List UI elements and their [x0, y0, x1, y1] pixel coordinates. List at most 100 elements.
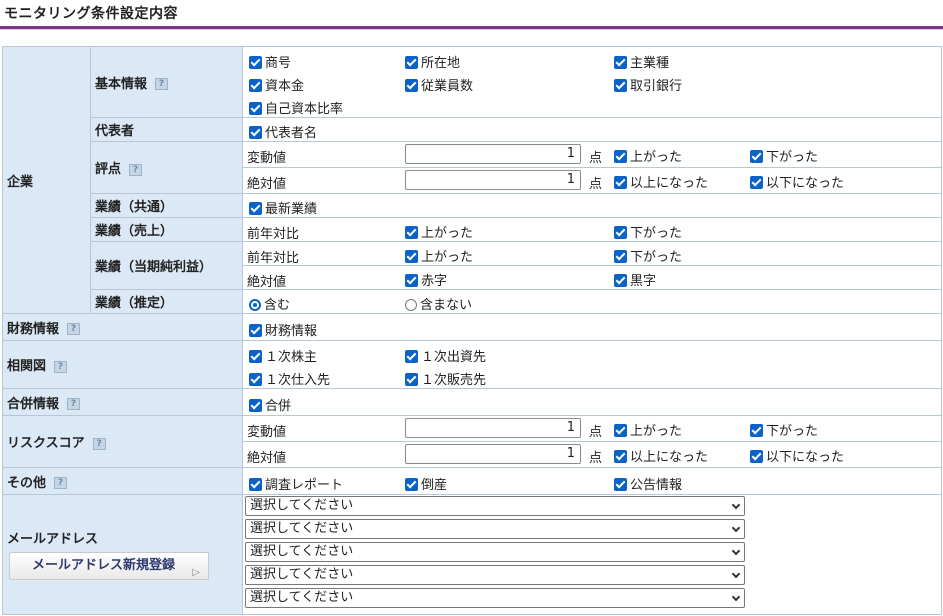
radio-exclude[interactable]: 含まない [405, 294, 472, 313]
label-score: 評点? [90, 141, 243, 194]
risk-absolute-label: 絶対値 [247, 451, 287, 466]
help-icon[interactable]: ? [54, 360, 68, 373]
chevron-down-icon [731, 569, 741, 579]
score-absolute-unit: 点 [589, 177, 603, 192]
triangle-right-icon: ▷ [192, 567, 200, 578]
category-risk-score: リスクスコア? [2, 415, 243, 468]
category-company: 企業 [2, 46, 91, 314]
checkbox-research-report[interactable]: 調査レポート [249, 474, 343, 493]
checkbox-checked-icon [614, 150, 627, 163]
label-representative: 代表者 [90, 117, 243, 142]
help-icon[interactable]: ? [155, 78, 169, 90]
monitoring-settings-table: 企業 基本情報? 商号 所在地 主業種 資本金 従業員数 取引銀行 自己資本比率… [2, 46, 942, 615]
help-icon[interactable]: ? [129, 163, 143, 176]
score-change-label: 変動値 [247, 151, 287, 166]
checkbox-checked-icon [405, 349, 418, 363]
checkbox-sales-up[interactable]: 上がった [405, 222, 473, 241]
label-basic-info: 基本情報? [90, 46, 243, 118]
score-absolute-input[interactable]: 1 [405, 170, 581, 190]
checkbox-trade-name[interactable]: 商号 [249, 52, 291, 71]
checkbox-bank[interactable]: 取引銀行 [614, 75, 682, 94]
checkbox-equity-ratio[interactable]: 自己資本比率 [249, 98, 343, 117]
net-absolute-label: 絶対値 [247, 275, 287, 290]
checkbox-capital[interactable]: 資本金 [249, 75, 304, 94]
checkbox-checked-icon [614, 477, 627, 491]
email-select-5[interactable]: 選択してください [245, 588, 745, 608]
checkbox-primary-supplier[interactable]: １次仕入先 [249, 369, 330, 388]
checkbox-checked-icon [249, 126, 262, 139]
checkbox-latest-performance[interactable]: 最新業績 [249, 198, 317, 217]
checkbox-checked-icon [249, 55, 262, 69]
checkbox-employees[interactable]: 従業員数 [405, 75, 473, 94]
checkbox-score-down[interactable]: 下がった [750, 146, 818, 165]
page-title: モニタリング条件設定内容 [4, 6, 178, 22]
checkbox-net-up[interactable]: 上がった [405, 246, 473, 265]
checkbox-checked-icon [249, 78, 262, 92]
checkbox-score-below[interactable]: 以下になった [750, 172, 844, 191]
risk-change-input[interactable]: 1 [405, 418, 581, 438]
checkbox-checked-icon [405, 226, 418, 239]
email-select-1[interactable]: 選択してください [245, 496, 745, 516]
risk-absolute-input[interactable]: 1 [405, 444, 581, 464]
checkbox-checked-icon [249, 477, 262, 491]
help-icon[interactable]: ? [54, 477, 68, 489]
checkbox-checked-icon [249, 101, 262, 115]
score-change-unit: 点 [589, 151, 603, 166]
checkbox-finance-info[interactable]: 財務情報 [249, 320, 317, 339]
checkbox-bankruptcy[interactable]: 倒産 [405, 474, 447, 493]
checkbox-net-deficit[interactable]: 赤字 [405, 270, 447, 289]
checkbox-sales-down[interactable]: 下がった [614, 222, 682, 241]
score-change-input[interactable]: 1 [405, 144, 581, 164]
checkbox-net-down[interactable]: 下がった [614, 246, 682, 265]
checkbox-representative-name[interactable]: 代表者名 [249, 122, 317, 141]
checkbox-checked-icon [405, 372, 418, 386]
checkbox-checked-icon [405, 250, 418, 263]
risk-absolute-unit: 点 [589, 451, 603, 466]
email-select-2[interactable]: 選択してください [245, 519, 745, 539]
category-other: その他? [2, 467, 243, 495]
checkbox-primary-investee[interactable]: １次出資先 [405, 346, 486, 365]
help-icon[interactable]: ? [92, 437, 106, 450]
checkbox-checked-icon [614, 176, 627, 189]
email-label: メールアドレス [7, 532, 99, 547]
checkbox-checked-icon [405, 78, 418, 92]
sales-yoy-label: 前年対比 [247, 227, 300, 242]
checkbox-merger[interactable]: 合併 [249, 395, 291, 414]
checkbox-net-surplus[interactable]: 黒字 [614, 270, 656, 289]
risk-change-unit: 点 [589, 425, 603, 440]
label-performance-net-income: 業績（当期純利益） [90, 241, 243, 290]
help-icon[interactable]: ? [67, 323, 81, 335]
checkbox-primary-customer[interactable]: １次販売先 [405, 369, 486, 388]
label-performance-common: 業績（共通） [90, 193, 243, 218]
radio-unselected-icon [405, 299, 417, 311]
checkbox-checked-icon [249, 202, 262, 215]
checkbox-risk-below[interactable]: 以下になった [750, 446, 844, 465]
category-relation-map: 相関図? [2, 340, 243, 389]
checkbox-risk-above[interactable]: 以上になった [614, 446, 708, 465]
help-icon[interactable]: ? [67, 398, 81, 410]
checkbox-public-notice[interactable]: 公告情報 [614, 474, 682, 493]
checkbox-checked-icon [614, 55, 627, 69]
checkbox-score-above[interactable]: 以上になった [614, 172, 708, 191]
checkbox-risk-down[interactable]: 下がった [750, 420, 818, 439]
radio-selected-icon [249, 299, 261, 311]
checkbox-checked-icon [614, 250, 627, 263]
checkbox-main-industry[interactable]: 主業種 [614, 52, 669, 71]
checkbox-checked-icon [405, 274, 418, 287]
radio-include[interactable]: 含む [249, 294, 290, 313]
category-finance: 財務情報? [2, 313, 243, 341]
chevron-down-icon [731, 500, 741, 510]
checkbox-checked-icon [614, 274, 627, 287]
register-email-button[interactable]: メールアドレス新規登録 ▷ [9, 552, 209, 580]
checkbox-checked-icon [750, 176, 763, 189]
checkbox-checked-icon [614, 78, 627, 92]
label-performance-sales: 業績（売上） [90, 217, 243, 242]
checkbox-primary-shareholder[interactable]: １次株主 [249, 346, 317, 365]
checkbox-location[interactable]: 所在地 [405, 52, 460, 71]
category-merger: 合併情報? [2, 388, 243, 416]
checkbox-score-up[interactable]: 上がった [614, 146, 682, 165]
email-select-3[interactable]: 選択してください [245, 542, 745, 562]
checkbox-risk-up[interactable]: 上がった [614, 420, 682, 439]
email-select-4[interactable]: 選択してください [245, 565, 745, 585]
checkbox-checked-icon [750, 450, 763, 463]
